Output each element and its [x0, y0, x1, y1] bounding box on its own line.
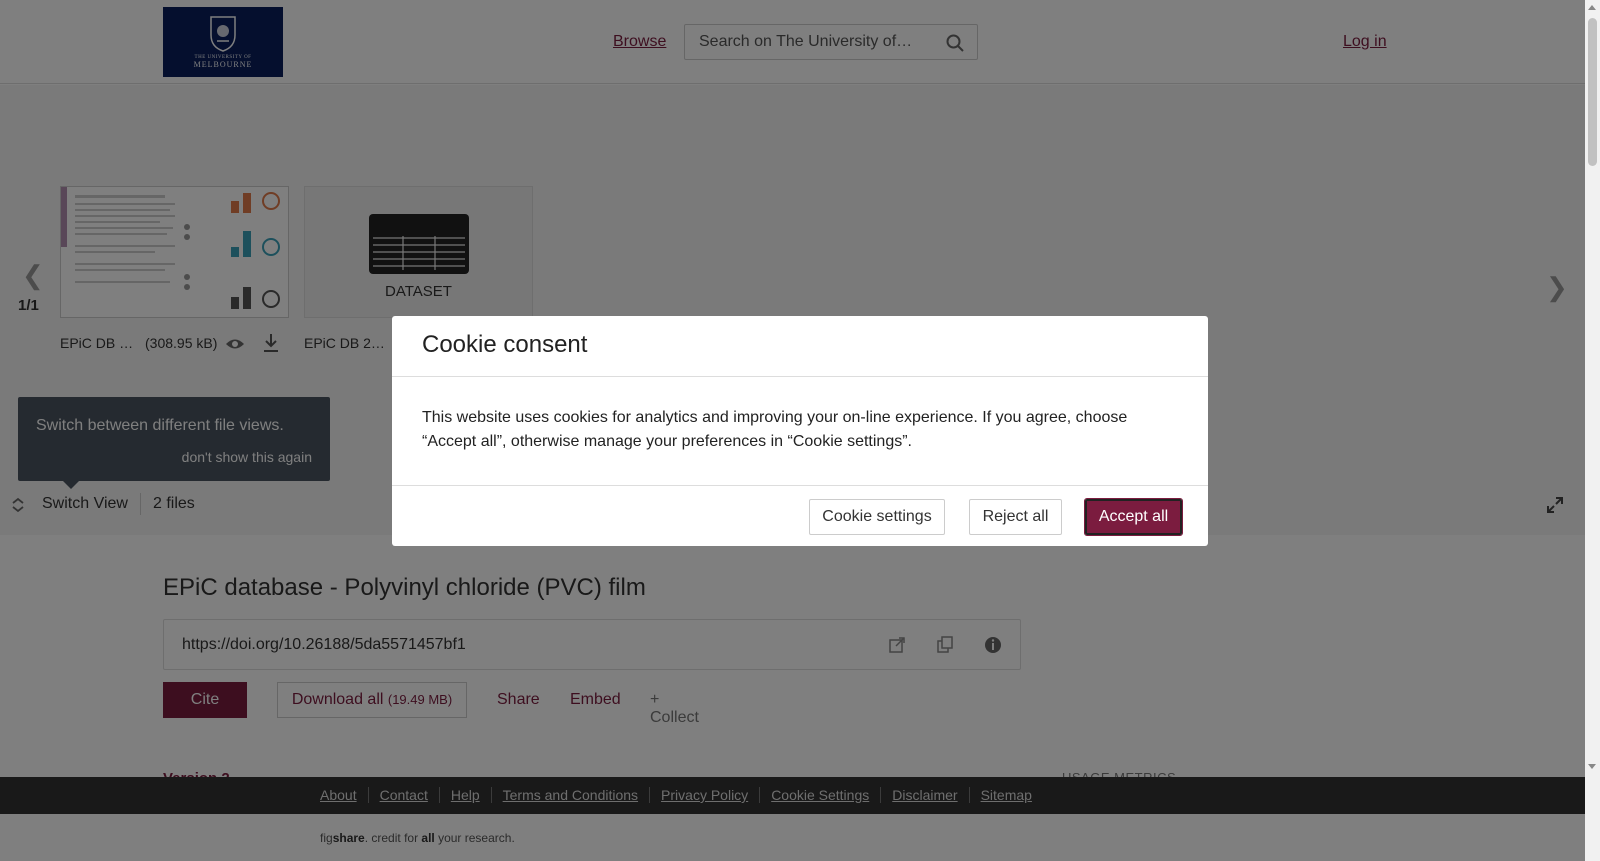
scrollbar-thumb[interactable]	[1588, 18, 1597, 166]
cookie-settings-button[interactable]: Cookie settings	[809, 499, 945, 535]
dialog-body: This website uses cookies for analytics …	[422, 409, 1128, 450]
scroll-up-arrow[interactable]	[1588, 5, 1596, 10]
reject-all-button[interactable]: Reject all	[969, 499, 1062, 535]
accept-all-button[interactable]: Accept all	[1084, 498, 1183, 536]
scroll-down-arrow[interactable]	[1588, 764, 1596, 769]
dialog-title: Cookie consent	[422, 331, 588, 358]
cookie-consent-dialog: Cookie consent This website uses cookies…	[392, 316, 1208, 546]
dialog-footer: Cookie settings Reject all Accept all	[392, 485, 1208, 546]
dialog-header: Cookie consent	[392, 316, 1208, 377]
page-scrollbar[interactable]	[1585, 0, 1600, 861]
